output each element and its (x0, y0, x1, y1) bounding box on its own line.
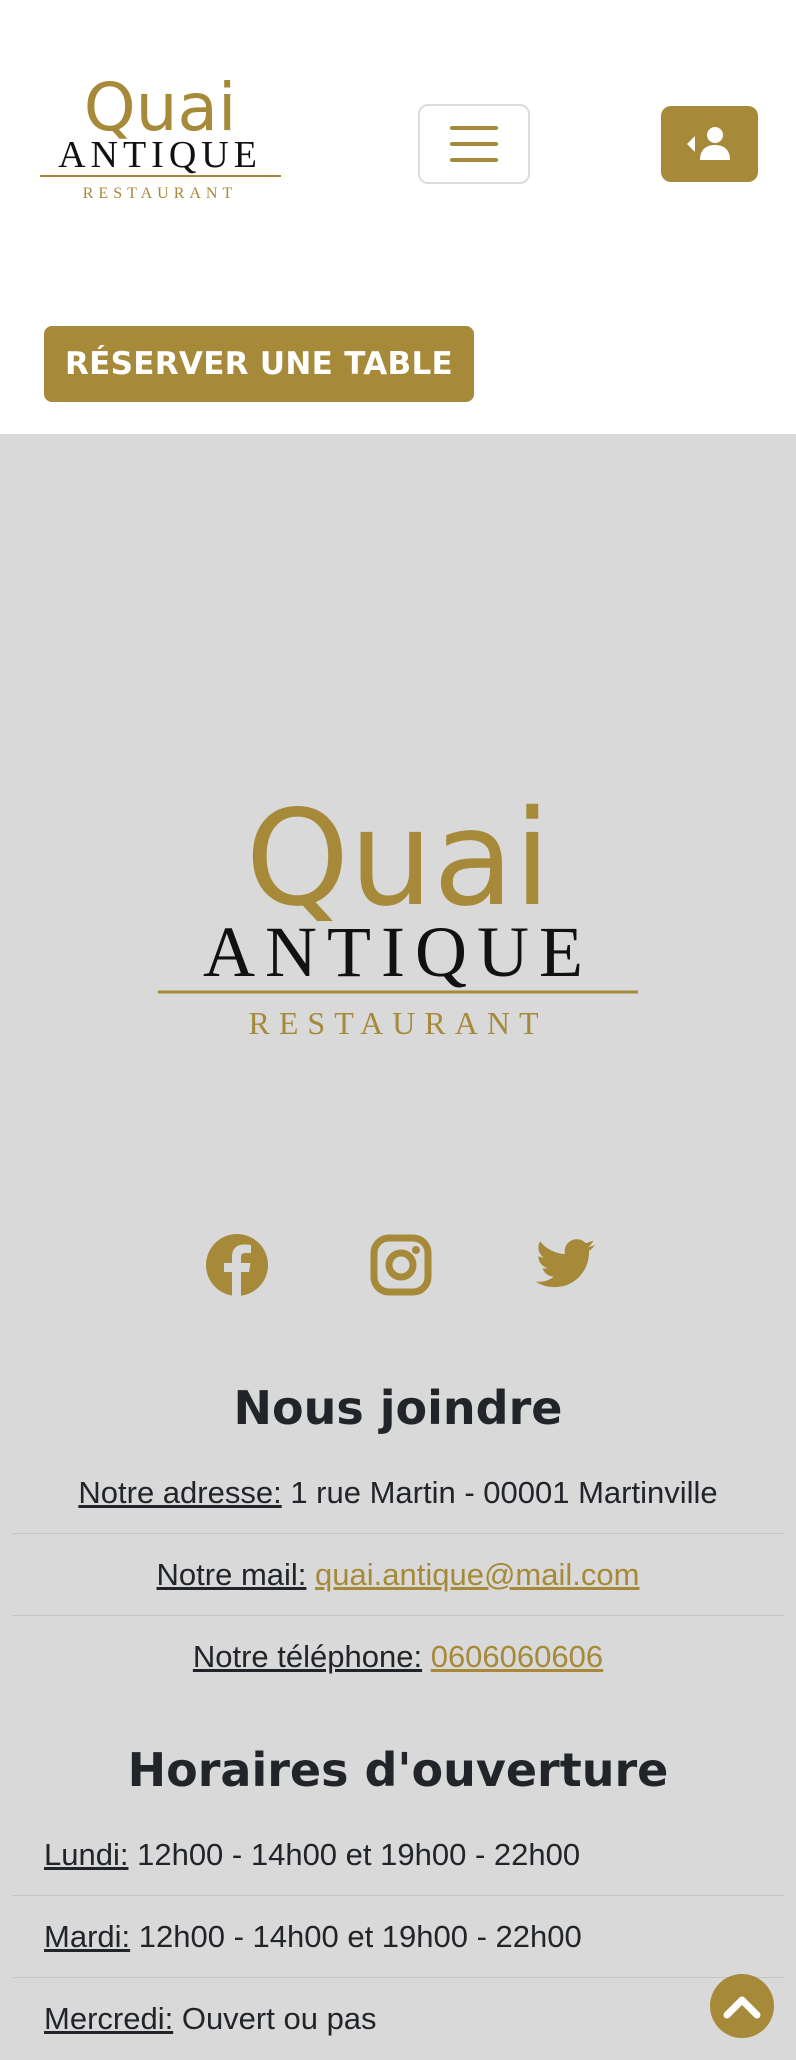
reserve-table-button[interactable]: RÉSERVER UNE TABLE (44, 326, 474, 402)
site-footer: Quai ANTIQUE RESTAURANT Nous joindre Not… (0, 434, 796, 2060)
mail-label: Notre mail: (156, 1557, 307, 1592)
contact-title: Nous joindre (233, 1381, 563, 1435)
hours-value: Ouvert ou pas (181, 2001, 377, 2036)
hours-row-tuesday: Mardi: 12h00 - 14h00 et 19h00 - 22h00 (12, 1896, 784, 1978)
footer-brand-logo: Quai ANTIQUE RESTAURANT (158, 784, 638, 1041)
hours-value: 12h00 - 14h00 et 19h00 - 22h00 (138, 1919, 582, 1954)
address-label: Notre adresse: (78, 1475, 282, 1510)
address-row: Notre adresse: 1 rue Martin - 00001 Mart… (12, 1452, 784, 1534)
hamburger-line (450, 158, 498, 162)
mail-row: Notre mail: quai.antique@mail.com (12, 1534, 784, 1616)
hours-value: 12h00 - 14h00 et 19h00 - 22h00 (137, 1837, 581, 1872)
logo-text-antique: ANTIQUE (58, 134, 262, 176)
logo-text-restaurant: RESTAURANT (249, 1005, 548, 1041)
hours-row-monday: Lundi: 12h00 - 14h00 et 19h00 - 22h00 (12, 1814, 784, 1896)
back-to-top-button[interactable] (710, 1974, 774, 2038)
phone-row: Notre téléphone: 0606060606 (12, 1616, 784, 1698)
brand-logo[interactable]: Quai ANTIQUE RESTAURANT (38, 68, 283, 208)
site-header: Quai ANTIQUE RESTAURANT RÉSERVER UNE TAB… (0, 0, 796, 434)
logo-text-antique: ANTIQUE (203, 912, 593, 992)
hamburger-line (450, 142, 498, 146)
twitter-icon[interactable] (532, 1232, 598, 1298)
hours-title: Horaires d'ouverture (127, 1743, 669, 1797)
logo-text-restaurant: RESTAURANT (83, 185, 238, 202)
day-label: Mardi: (44, 1919, 131, 1954)
social-links (0, 1232, 796, 1302)
user-arrow-icon (686, 127, 730, 160)
chevron-up-icon (723, 1996, 761, 2019)
menu-toggle-button[interactable] (418, 104, 530, 184)
day-label: Mercredi: (44, 2001, 174, 2036)
account-button[interactable] (661, 106, 758, 182)
hours-row-wednesday: Mercredi: Ouvert ou pas (12, 1978, 784, 2060)
phone-link[interactable]: 0606060606 (431, 1639, 603, 1674)
mail-link[interactable]: quai.antique@mail.com (315, 1557, 639, 1592)
phone-label: Notre téléphone: (192, 1639, 423, 1674)
day-label: Lundi: (44, 1837, 129, 1872)
address-value: 1 rue Martin - 00001 Martinville (290, 1475, 718, 1510)
facebook-icon[interactable] (204, 1232, 270, 1298)
instagram-icon[interactable] (368, 1232, 434, 1298)
hamburger-icon (450, 126, 498, 130)
